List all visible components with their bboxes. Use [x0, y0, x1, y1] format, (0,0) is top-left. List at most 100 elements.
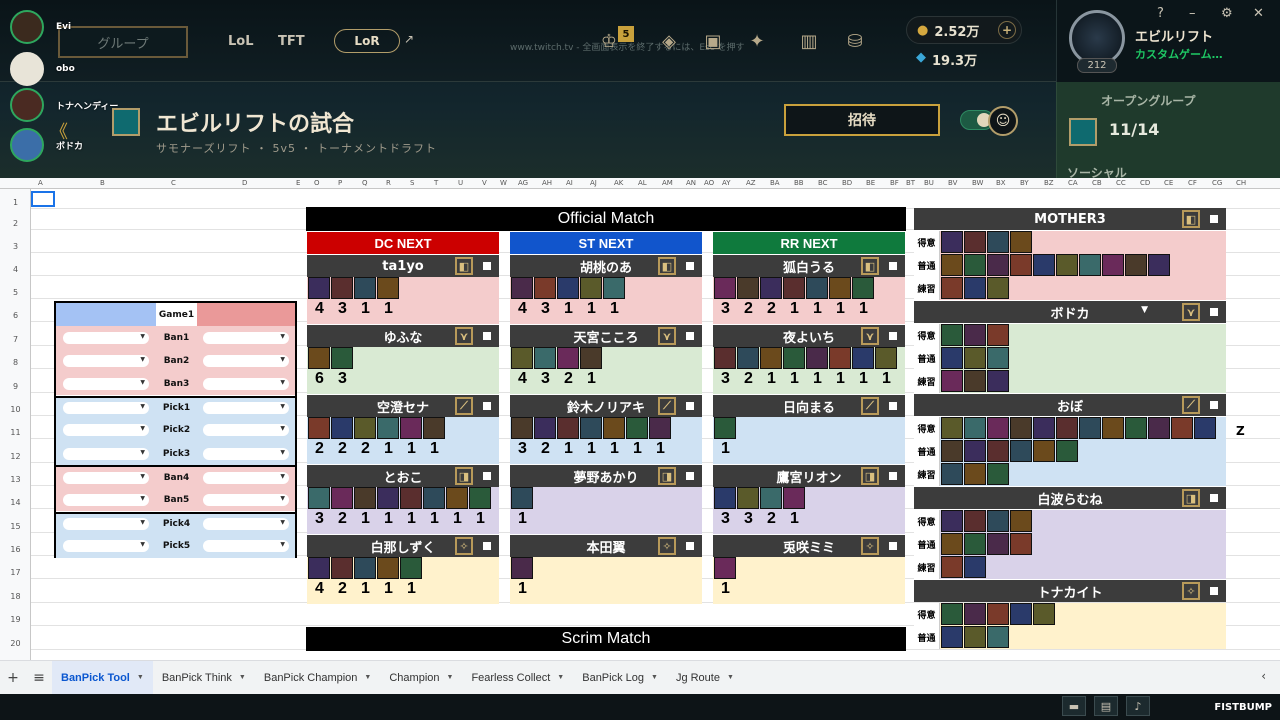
inventory-icon[interactable]: ▣ [700, 28, 726, 54]
row-header[interactable]: 7 [0, 335, 31, 344]
friend-avatar[interactable]: ボドカ [10, 128, 83, 162]
checkbox[interactable] [483, 332, 491, 340]
column-header[interactable]: B [100, 179, 105, 187]
checkbox[interactable] [889, 402, 897, 410]
clipboard-icon[interactable]: ▤ [1094, 696, 1118, 716]
row-header[interactable]: 3 [0, 242, 31, 251]
add-rp-icon[interactable]: + [998, 21, 1016, 39]
column-header[interactable]: CE [1164, 179, 1173, 187]
column-header[interactable]: CC [1116, 179, 1126, 187]
checkbox[interactable] [686, 542, 694, 550]
column-header[interactable]: BF [890, 179, 899, 187]
champion-dropdown[interactable] [203, 424, 289, 437]
row-header[interactable]: 16 [0, 545, 31, 554]
checkbox[interactable] [1210, 401, 1218, 409]
selected-cell[interactable] [31, 191, 55, 207]
all-sheets-icon[interactable]: ≡ [26, 670, 52, 686]
chevron-down-icon[interactable]: ▼ [727, 674, 734, 681]
column-header[interactable]: CG [1212, 179, 1222, 187]
checkbox[interactable] [1210, 308, 1218, 316]
champion-dropdown[interactable] [63, 354, 149, 367]
scroll-tabs-icon[interactable]: ‹ [1261, 669, 1266, 683]
chevron-down-icon[interactable]: ▼ [137, 674, 144, 681]
spreadsheet-grid[interactable]: A B C D E O P Q R S T U V W AG AH AI AJ AK AL AM AN AO AY AZ BA BB… [0, 178, 1280, 660]
column-header[interactable]: AN [686, 179, 696, 187]
play-button[interactable]: グループ [58, 26, 188, 58]
checkbox[interactable] [686, 332, 694, 340]
friend-avatar[interactable]: obo [10, 52, 75, 86]
column-header[interactable]: BZ [1044, 179, 1054, 187]
row-header[interactable]: 14 [0, 498, 31, 507]
mission-icon[interactable]: ◈ [656, 28, 682, 54]
column-header[interactable]: AH [542, 179, 552, 187]
checkbox[interactable] [889, 542, 897, 550]
champion-dropdown[interactable] [63, 377, 149, 390]
row-header[interactable]: 15 [0, 522, 31, 531]
rp-balance[interactable]: ● 2.52万 + [906, 16, 1022, 44]
column-header[interactable]: T [434, 179, 438, 187]
row-header[interactable]: 12 [0, 452, 31, 461]
champion-dropdown[interactable] [203, 493, 289, 506]
column-header[interactable]: AJ [590, 179, 597, 187]
column-header[interactable]: S [410, 179, 414, 187]
row-header[interactable]: 10 [0, 405, 31, 414]
chevron-down-icon[interactable]: ▼ [557, 674, 564, 681]
column-header[interactable]: C [171, 179, 176, 187]
sheet-tab[interactable]: BanPick Think ▼ [153, 661, 255, 695]
row-header[interactable]: 20 [0, 639, 31, 648]
column-header[interactable]: BB [794, 179, 804, 187]
checkbox[interactable] [483, 542, 491, 550]
column-header[interactable]: R [386, 179, 391, 187]
checkbox[interactable] [686, 472, 694, 480]
column-header[interactable]: Q [362, 179, 368, 187]
friend-avatar[interactable]: Evi [10, 10, 71, 44]
champion-dropdown[interactable] [203, 402, 289, 415]
column-header[interactable]: BD [842, 179, 852, 187]
column-header[interactable]: BV [948, 179, 957, 187]
lor-button[interactable]: LoR [334, 29, 400, 53]
row-header[interactable]: 8 [0, 358, 31, 367]
column-header[interactable]: AL [638, 179, 647, 187]
column-header[interactable]: O [314, 179, 320, 187]
column-header[interactable]: V [482, 179, 487, 187]
champion-dropdown[interactable] [203, 331, 289, 344]
champion-dropdown[interactable] [203, 377, 289, 390]
checkbox[interactable] [889, 332, 897, 340]
column-header[interactable]: AZ [746, 179, 756, 187]
column-header[interactable]: E [296, 179, 300, 187]
champion-dropdown[interactable] [203, 354, 289, 367]
checkbox[interactable] [686, 262, 694, 270]
checkbox[interactable] [889, 262, 897, 270]
column-header[interactable]: CH [1236, 179, 1246, 187]
chevron-down-icon[interactable]: ▼ [447, 674, 454, 681]
column-header[interactable]: A [38, 179, 43, 187]
champion-dropdown[interactable] [63, 424, 149, 437]
row-header[interactable]: 5 [0, 288, 31, 297]
checkbox[interactable] [1210, 587, 1218, 595]
column-header[interactable]: AM [662, 179, 673, 187]
party-members-icon[interactable]: ☺ [988, 106, 1018, 136]
add-sheet-icon[interactable]: + [0, 670, 26, 686]
row-header[interactable]: 13 [0, 475, 31, 484]
column-header[interactable]: CB [1092, 179, 1102, 187]
chat-icon[interactable]: ▬ [1062, 696, 1086, 716]
champion-dropdown[interactable] [63, 402, 149, 415]
column-header[interactable]: AG [518, 179, 528, 187]
checkbox[interactable] [483, 262, 491, 270]
chevron-down-icon[interactable]: ▼ [364, 674, 371, 681]
mic-icon[interactable]: ♪ [1126, 696, 1150, 716]
row-header[interactable]: 9 [0, 382, 31, 391]
column-header[interactable]: AK [614, 179, 623, 187]
row-header[interactable]: 18 [0, 592, 31, 601]
sheet-tab[interactable]: Jg Route ▼ [667, 661, 743, 695]
column-header[interactable]: W [500, 179, 507, 187]
column-header[interactable]: BW [972, 179, 983, 187]
minimize-icon[interactable]: – [1189, 6, 1196, 21]
sheet-tab[interactable]: Fearless Collect ▼ [462, 661, 573, 695]
column-header[interactable]: BU [924, 179, 934, 187]
column-header[interactable]: P [338, 179, 342, 187]
chevron-down-icon[interactable]: ▼ [239, 674, 246, 681]
row-header[interactable]: 4 [0, 265, 31, 274]
checkbox[interactable] [483, 472, 491, 480]
sheet-tab[interactable]: BanPick Log ▼ [573, 661, 667, 695]
